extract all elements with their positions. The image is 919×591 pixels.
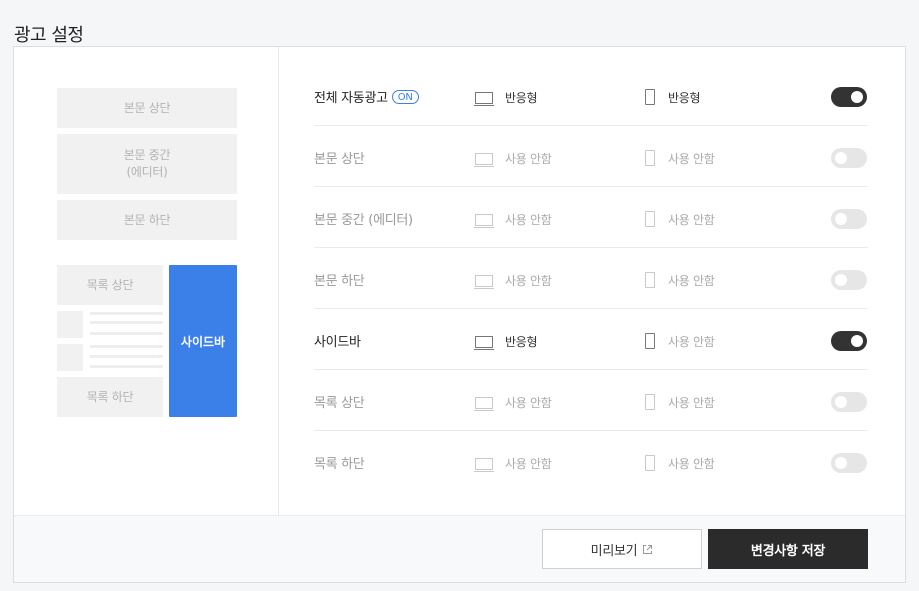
toggle-knob	[835, 457, 847, 469]
external-link-icon	[643, 544, 653, 554]
toggle-knob	[851, 91, 863, 103]
mobile-option-label: 사용 안함	[668, 335, 715, 349]
list-line	[90, 355, 163, 358]
mobile-option[interactable]: 사용 안함	[645, 149, 715, 167]
monitor-icon	[474, 152, 494, 167]
toggle-switch[interactable]	[831, 392, 867, 412]
monitor-icon	[474, 457, 494, 472]
mobile-option[interactable]: 사용 안함	[645, 332, 715, 350]
preview-slot-body-top: 본문 상단	[57, 88, 237, 128]
mobile-option[interactable]: 사용 안함	[645, 454, 715, 472]
toggle-knob	[835, 396, 847, 408]
monitor-icon	[474, 91, 494, 106]
pc-option-label: 반응형	[505, 91, 538, 105]
setting-row-label-text: 전체 자동광고	[314, 91, 388, 106]
pc-option-label: 사용 안함	[505, 152, 552, 166]
pc-option-label: 사용 안함	[505, 396, 552, 410]
mobile-option-label: 사용 안함	[668, 152, 715, 166]
list-thumbnail	[57, 344, 83, 371]
mobile-option-label: 사용 안함	[668, 213, 715, 227]
smartphone-icon	[645, 454, 655, 471]
preview-slot-body-bottom: 본문 하단	[57, 200, 237, 240]
smartphone-icon	[645, 149, 655, 166]
toggle-switch[interactable]	[831, 209, 867, 229]
smartphone-icon	[645, 271, 655, 288]
setting-row-auto-ads: 전체 자동광고 ON 반응형 반응형	[314, 65, 868, 126]
toggle-switch[interactable]	[831, 87, 867, 107]
setting-row-body-top: 본문 상단 사용 안함 사용 안함	[314, 126, 868, 187]
ad-settings-list: 전체 자동광고 ON 반응형 반응형 본문 상단 사용 안함 사용 안함 본문 …	[314, 65, 868, 492]
preview-slot-body-middle: 본문 중간 (에디터)	[57, 134, 237, 194]
monitor-icon	[474, 335, 494, 350]
page-title: 광고 설정	[14, 25, 84, 47]
mobile-option-label: 사용 안함	[668, 396, 715, 410]
list-line	[90, 345, 163, 348]
on-badge: ON	[391, 89, 419, 104]
pc-option[interactable]: 사용 안함	[474, 394, 552, 411]
monitor-icon	[474, 396, 494, 411]
toggle-switch[interactable]	[831, 331, 867, 351]
setting-row-sidebar: 사이드바 반응형 사용 안함	[314, 309, 868, 370]
mobile-option[interactable]: 반응형	[645, 88, 701, 106]
toggle-knob	[835, 274, 847, 286]
setting-row-label: 본문 상단	[314, 152, 365, 167]
setting-row-label: 본문 하단	[314, 274, 365, 289]
preview-button-label: 미리보기	[590, 543, 638, 559]
toggle-switch[interactable]	[831, 270, 867, 290]
setting-row-label: 목록 하단	[314, 457, 365, 472]
setting-row-body-middle: 본문 중간 (에디터) 사용 안함 사용 안함	[314, 187, 868, 248]
smartphone-icon	[645, 332, 655, 349]
pc-option[interactable]: 반응형	[474, 333, 538, 350]
mobile-option[interactable]: 사용 안함	[645, 210, 715, 228]
mobile-option[interactable]: 사용 안함	[645, 271, 715, 289]
monitor-icon	[474, 274, 494, 289]
setting-row-label: 사이드바	[314, 335, 361, 350]
smartphone-icon	[645, 210, 655, 227]
list-line	[90, 332, 163, 335]
pc-option-label: 사용 안함	[505, 457, 552, 471]
mobile-option-label: 사용 안함	[668, 457, 715, 471]
toggle-knob	[851, 335, 863, 347]
setting-row-label: 목록 상단	[314, 396, 365, 411]
ad-position-preview: 본문 상단 본문 중간 (에디터) 본문 하단 목록 상단 목록 하단 사이드바	[14, 47, 279, 517]
setting-row-label: 전체 자동광고 ON	[314, 87, 419, 106]
toggle-switch[interactable]	[831, 453, 867, 473]
monitor-icon	[474, 213, 494, 228]
list-line	[90, 312, 163, 315]
save-changes-button[interactable]: 변경사항 저장	[708, 529, 868, 569]
toggle-knob	[835, 213, 847, 225]
smartphone-icon	[645, 393, 655, 410]
preview-button[interactable]: 미리보기	[542, 529, 702, 569]
mobile-option[interactable]: 사용 안함	[645, 393, 715, 411]
pc-option[interactable]: 사용 안함	[474, 150, 552, 167]
toggle-switch[interactable]	[831, 148, 867, 168]
setting-row-list-top: 목록 상단 사용 안함 사용 안함	[314, 370, 868, 431]
preview-slot-list-top: 목록 상단	[57, 265, 163, 305]
pc-option[interactable]: 반응형	[474, 89, 538, 106]
smartphone-icon	[645, 88, 655, 105]
list-line	[90, 321, 163, 324]
setting-row-body-bottom: 본문 하단 사용 안함 사용 안함	[314, 248, 868, 309]
setting-row-label: 본문 중간 (에디터)	[314, 213, 413, 228]
ad-settings-card: 본문 상단 본문 중간 (에디터) 본문 하단 목록 상단 목록 하단 사이드바…	[13, 46, 906, 583]
preview-slot-sidebar: 사이드바	[169, 265, 237, 417]
list-line	[90, 365, 163, 368]
setting-row-list-bottom: 목록 하단 사용 안함 사용 안함	[314, 431, 868, 492]
toggle-knob	[835, 152, 847, 164]
footer-bar: 미리보기 변경사항 저장	[14, 515, 905, 582]
pc-option-label: 사용 안함	[505, 213, 552, 227]
mobile-option-label: 사용 안함	[668, 274, 715, 288]
pc-option[interactable]: 사용 안함	[474, 272, 552, 289]
pc-option-label: 반응형	[505, 335, 538, 349]
preview-slot-body-middle-line2: (에디터)	[126, 165, 168, 179]
mobile-option-label: 반응형	[668, 91, 701, 105]
list-thumbnail	[57, 311, 83, 338]
preview-slot-body-middle-line1: 본문 중간	[123, 148, 171, 162]
pc-option-label: 사용 안함	[505, 274, 552, 288]
pc-option[interactable]: 사용 안함	[474, 455, 552, 472]
pc-option[interactable]: 사용 안함	[474, 211, 552, 228]
preview-slot-list-bottom: 목록 하단	[57, 377, 163, 417]
